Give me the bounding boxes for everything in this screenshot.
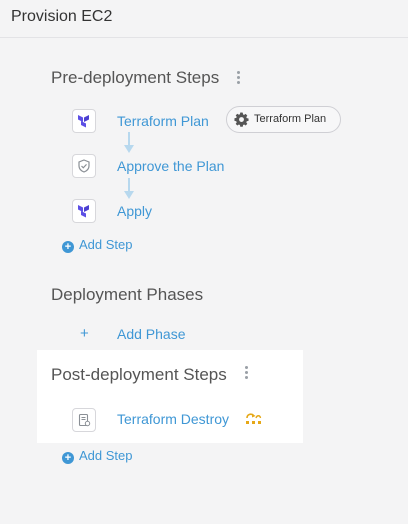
connector-arrow-icon [124,132,134,153]
title-bar: Provision EC2 [0,0,408,38]
badge-label: Terraform Plan [254,113,327,125]
rollback-icon [246,413,262,424]
window-title: Provision EC2 [11,8,113,25]
add-step-label: Add Step [79,448,133,463]
terraform-icon [72,109,96,133]
deployment-phases-title: Deployment Phases [51,285,204,304]
step-terraform-plan[interactable]: Terraform Plan [117,113,209,129]
pre-deployment-title: Pre-deployment Steps [51,68,220,87]
add-phase-button[interactable]: Add Phase [117,326,186,342]
plus-circle-icon: + [62,241,74,253]
plus-circle-icon: + [62,452,74,464]
step-terraform-destroy[interactable]: Terraform Destroy [117,411,229,427]
post-deployment-title: Post-deployment Steps [51,365,227,384]
approval-icon [72,154,96,178]
terraform-plan-badge[interactable]: Terraform Plan [226,106,341,133]
step-apply[interactable]: Apply [117,203,152,219]
plus-icon[interactable]: + [80,325,89,342]
add-step-label: Add Step [79,237,133,252]
connector-arrow-icon [124,178,134,199]
pre-deployment-menu-icon[interactable] [237,71,241,87]
step-approve-the-plan[interactable]: Approve the Plan [117,158,224,174]
post-deployment-menu-icon[interactable] [245,366,249,382]
add-step-button[interactable]: + Add Step [62,237,133,253]
post-add-step-button[interactable]: + Add Step [62,448,133,464]
script-icon [72,408,96,432]
gear-icon [234,112,249,127]
terraform-icon [72,199,96,223]
